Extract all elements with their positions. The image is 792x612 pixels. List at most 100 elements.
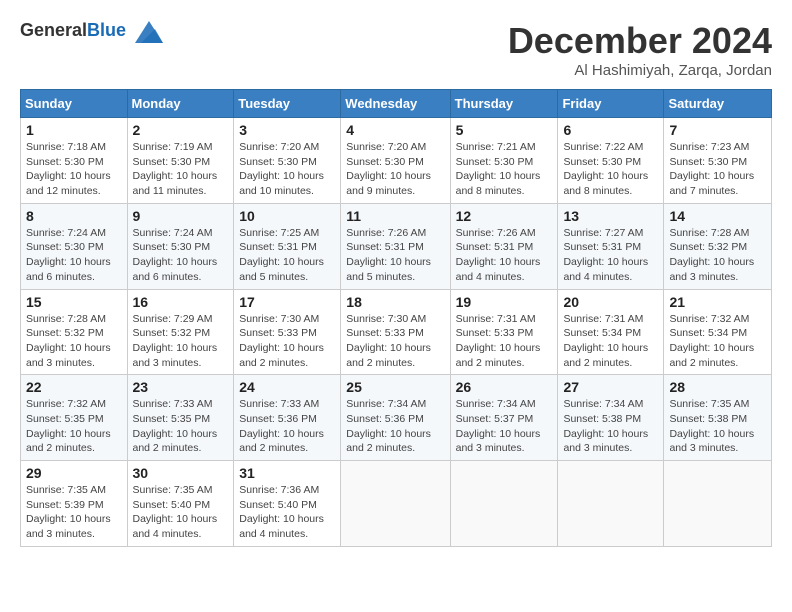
day-number: 24 — [239, 379, 335, 395]
day-number: 15 — [26, 294, 122, 310]
day-cell-27: 27 Sunrise: 7:34 AM Sunset: 5:38 PM Dayli… — [558, 375, 664, 461]
day-info: Sunrise: 7:34 AM Sunset: 5:36 PM Dayligh… — [346, 397, 444, 456]
logo-icon — [135, 21, 163, 43]
weekday-header-wednesday: Wednesday — [341, 90, 450, 118]
day-cell-23: 23 Sunrise: 7:33 AM Sunset: 5:35 PM Dayli… — [127, 375, 234, 461]
day-number: 4 — [346, 122, 444, 138]
day-info: Sunrise: 7:35 AM Sunset: 5:40 PM Dayligh… — [133, 483, 229, 542]
day-cell-5: 5Sunrise: 7:21 AM Sunset: 5:30 PM Daylig… — [450, 118, 558, 204]
day-number: 16 — [133, 294, 229, 310]
day-cell-29: 29 Sunrise: 7:35 AM Sunset: 5:39 PM Dayli… — [21, 461, 128, 547]
week-row-2: 8 Sunrise: 7:24 AM Sunset: 5:30 PM Daylig… — [21, 203, 772, 289]
weekday-header-saturday: Saturday — [664, 90, 772, 118]
logo-general: General — [20, 20, 87, 40]
day-info: Sunrise: 7:35 AM Sunset: 5:38 PM Dayligh… — [669, 397, 766, 456]
empty-cell — [558, 461, 664, 547]
day-cell-13: 13 Sunrise: 7:27 AM Sunset: 5:31 PM Dayli… — [558, 203, 664, 289]
day-info: Sunrise: 7:31 AM Sunset: 5:34 PM Dayligh… — [563, 312, 658, 371]
day-cell-7: 7 Sunrise: 7:23 AM Sunset: 5:30 PM Daylig… — [664, 118, 772, 204]
day-cell-15: 15 Sunrise: 7:28 AM Sunset: 5:32 PM Dayli… — [21, 289, 128, 375]
day-number: 29 — [26, 465, 122, 481]
weekday-header-thursday: Thursday — [450, 90, 558, 118]
day-info: Sunrise: 7:24 AM Sunset: 5:30 PM Dayligh… — [26, 226, 122, 285]
empty-cell — [664, 461, 772, 547]
day-number: 1 — [26, 122, 122, 138]
week-row-1: 1 Sunrise: 7:18 AM Sunset: 5:30 PM Daylig… — [21, 118, 772, 204]
day-cell-22: 22Sunrise: 7:32 AM Sunset: 5:35 PM Dayli… — [21, 375, 128, 461]
day-info: Sunrise: 7:21 AM Sunset: 5:30 PM Dayligh… — [456, 140, 553, 199]
weekday-header-friday: Friday — [558, 90, 664, 118]
day-cell-4: 4Sunrise: 7:20 AM Sunset: 5:30 PM Daylig… — [341, 118, 450, 204]
day-info: Sunrise: 7:33 AM Sunset: 5:36 PM Dayligh… — [239, 397, 335, 456]
week-row-4: 22Sunrise: 7:32 AM Sunset: 5:35 PM Dayli… — [21, 375, 772, 461]
day-number: 26 — [456, 379, 553, 395]
day-number: 6 — [563, 122, 658, 138]
empty-cell — [450, 461, 558, 547]
day-info: Sunrise: 7:20 AM Sunset: 5:30 PM Dayligh… — [239, 140, 335, 199]
day-info: Sunrise: 7:28 AM Sunset: 5:32 PM Dayligh… — [669, 226, 766, 285]
day-cell-2: 2 Sunrise: 7:19 AM Sunset: 5:30 PM Daylig… — [127, 118, 234, 204]
day-number: 23 — [133, 379, 229, 395]
day-info: Sunrise: 7:28 AM Sunset: 5:32 PM Dayligh… — [26, 312, 122, 371]
weekday-header-row: SundayMondayTuesdayWednesdayThursdayFrid… — [21, 90, 772, 118]
day-info: Sunrise: 7:29 AM Sunset: 5:32 PM Dayligh… — [133, 312, 229, 371]
day-number: 17 — [239, 294, 335, 310]
day-number: 28 — [669, 379, 766, 395]
day-number: 25 — [346, 379, 444, 395]
day-cell-17: 17Sunrise: 7:30 AM Sunset: 5:33 PM Dayli… — [234, 289, 341, 375]
day-number: 30 — [133, 465, 229, 481]
day-info: Sunrise: 7:33 AM Sunset: 5:35 PM Dayligh… — [133, 397, 229, 456]
day-info: Sunrise: 7:24 AM Sunset: 5:30 PM Dayligh… — [133, 226, 229, 285]
day-number: 31 — [239, 465, 335, 481]
day-number: 12 — [456, 208, 553, 224]
day-info: Sunrise: 7:26 AM Sunset: 5:31 PM Dayligh… — [346, 226, 444, 285]
day-number: 2 — [133, 122, 229, 138]
day-cell-21: 21Sunrise: 7:32 AM Sunset: 5:34 PM Dayli… — [664, 289, 772, 375]
location-subtitle: Al Hashimiyah, Zarqa, Jordan — [508, 62, 772, 79]
day-cell-28: 28 Sunrise: 7:35 AM Sunset: 5:38 PM Dayli… — [664, 375, 772, 461]
day-number: 18 — [346, 294, 444, 310]
title-section: December 2024 Al Hashimiyah, Zarqa, Jord… — [508, 20, 772, 79]
week-row-3: 15 Sunrise: 7:28 AM Sunset: 5:32 PM Dayli… — [21, 289, 772, 375]
logo-blue: Blue — [87, 20, 126, 40]
day-number: 10 — [239, 208, 335, 224]
day-number: 8 — [26, 208, 122, 224]
day-cell-3: 3Sunrise: 7:20 AM Sunset: 5:30 PM Daylig… — [234, 118, 341, 204]
day-info: Sunrise: 7:25 AM Sunset: 5:31 PM Dayligh… — [239, 226, 335, 285]
day-cell-8: 8 Sunrise: 7:24 AM Sunset: 5:30 PM Daylig… — [21, 203, 128, 289]
day-number: 13 — [563, 208, 658, 224]
calendar-table: SundayMondayTuesdayWednesdayThursdayFrid… — [20, 89, 772, 547]
day-info: Sunrise: 7:34 AM Sunset: 5:38 PM Dayligh… — [563, 397, 658, 456]
day-info: Sunrise: 7:23 AM Sunset: 5:30 PM Dayligh… — [669, 140, 766, 199]
day-cell-12: 12 Sunrise: 7:26 AM Sunset: 5:31 PM Dayli… — [450, 203, 558, 289]
page-header: GeneralBlue December 2024 Al Hashimiyah,… — [20, 20, 772, 79]
day-info: Sunrise: 7:19 AM Sunset: 5:30 PM Dayligh… — [133, 140, 229, 199]
day-cell-10: 10 Sunrise: 7:25 AM Sunset: 5:31 PM Dayli… — [234, 203, 341, 289]
day-cell-20: 20 Sunrise: 7:31 AM Sunset: 5:34 PM Dayli… — [558, 289, 664, 375]
day-info: Sunrise: 7:22 AM Sunset: 5:30 PM Dayligh… — [563, 140, 658, 199]
empty-cell — [341, 461, 450, 547]
day-cell-6: 6 Sunrise: 7:22 AM Sunset: 5:30 PM Daylig… — [558, 118, 664, 204]
day-number: 9 — [133, 208, 229, 224]
day-cell-14: 14Sunrise: 7:28 AM Sunset: 5:32 PM Dayli… — [664, 203, 772, 289]
day-cell-24: 24 Sunrise: 7:33 AM Sunset: 5:36 PM Dayli… — [234, 375, 341, 461]
weekday-header-sunday: Sunday — [21, 90, 128, 118]
day-cell-25: 25 Sunrise: 7:34 AM Sunset: 5:36 PM Dayli… — [341, 375, 450, 461]
day-info: Sunrise: 7:32 AM Sunset: 5:34 PM Dayligh… — [669, 312, 766, 371]
day-info: Sunrise: 7:18 AM Sunset: 5:30 PM Dayligh… — [26, 140, 122, 199]
day-info: Sunrise: 7:26 AM Sunset: 5:31 PM Dayligh… — [456, 226, 553, 285]
day-number: 7 — [669, 122, 766, 138]
day-number: 20 — [563, 294, 658, 310]
day-cell-19: 19Sunrise: 7:31 AM Sunset: 5:33 PM Dayli… — [450, 289, 558, 375]
day-info: Sunrise: 7:35 AM Sunset: 5:39 PM Dayligh… — [26, 483, 122, 542]
day-cell-18: 18 Sunrise: 7:30 AM Sunset: 5:33 PM Dayli… — [341, 289, 450, 375]
weekday-header-monday: Monday — [127, 90, 234, 118]
day-info: Sunrise: 7:34 AM Sunset: 5:37 PM Dayligh… — [456, 397, 553, 456]
weekday-header-tuesday: Tuesday — [234, 90, 341, 118]
day-info: Sunrise: 7:36 AM Sunset: 5:40 PM Dayligh… — [239, 483, 335, 542]
day-info: Sunrise: 7:30 AM Sunset: 5:33 PM Dayligh… — [346, 312, 444, 371]
day-cell-31: 31 Sunrise: 7:36 AM Sunset: 5:40 PM Dayli… — [234, 461, 341, 547]
day-number: 27 — [563, 379, 658, 395]
day-info: Sunrise: 7:31 AM Sunset: 5:33 PM Dayligh… — [456, 312, 553, 371]
day-info: Sunrise: 7:27 AM Sunset: 5:31 PM Dayligh… — [563, 226, 658, 285]
